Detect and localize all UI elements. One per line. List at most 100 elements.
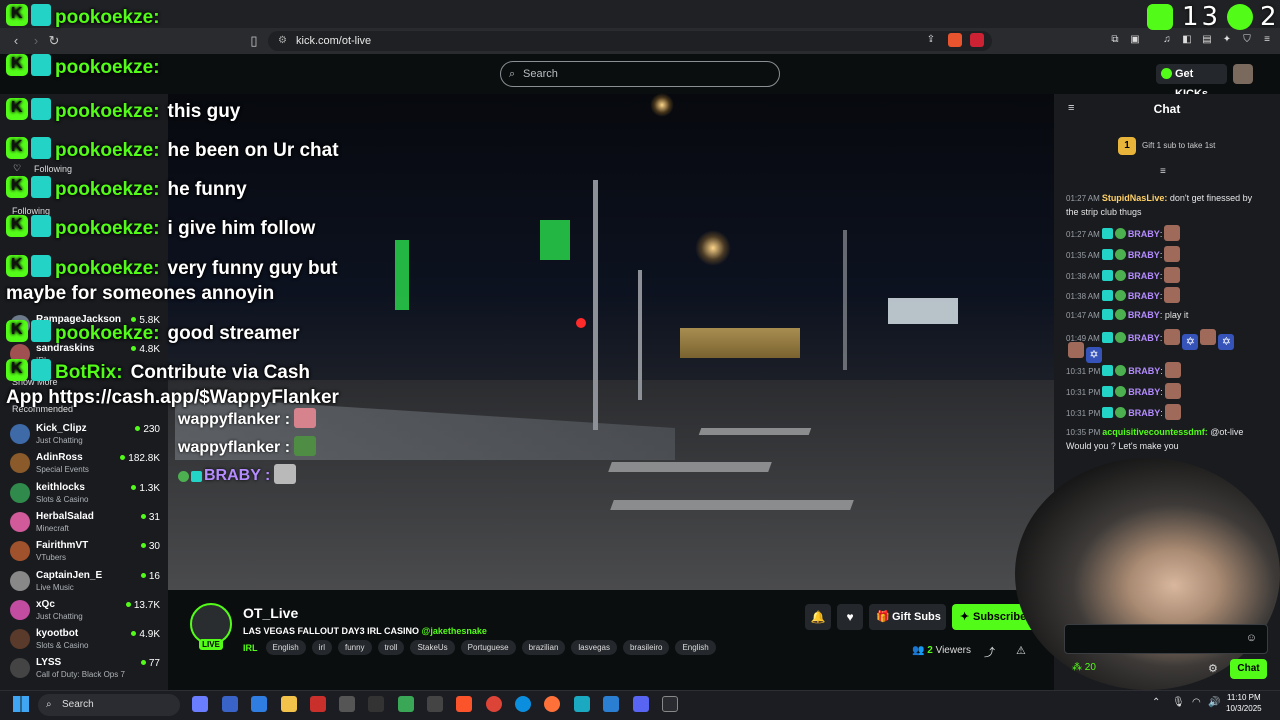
sidebar-channel-herbalsalad[interactable]: HerbalSalad Minecraft 31: [10, 509, 162, 537]
points-display[interactable]: ⁂ 20: [1072, 662, 1096, 673]
stream-tag[interactable]: English: [265, 640, 306, 655]
chat-settings-icon[interactable]: ⚙: [1208, 662, 1218, 675]
overlay-chat-line: pookoekze: good streamer: [6, 320, 300, 345]
chat-username[interactable]: BRABY: [1128, 387, 1160, 397]
stream-tag[interactable]: Portuguese: [460, 640, 516, 655]
brave-shield-icon[interactable]: [948, 33, 962, 47]
search-input[interactable]: ⌕ Search: [500, 61, 780, 87]
chat-username[interactable]: BRABY: [1128, 310, 1160, 320]
chat-username[interactable]: BRABY: [1128, 408, 1160, 418]
sidebar-channel-kickclipz[interactable]: Kick_Clipz Just Chatting 230: [10, 421, 162, 449]
taskbar-app-icon[interactable]: [222, 696, 238, 712]
url-field[interactable]: ⚙ kick.com/ot-live: [268, 31, 992, 51]
channel-name[interactable]: OT_Live: [243, 605, 298, 621]
stat-right-value: 2: [1260, 2, 1280, 32]
sidebar-channel-keithlocks[interactable]: keithlocks Slots & Casino 1.3K: [10, 480, 162, 508]
rewards-icon[interactable]: [970, 33, 984, 47]
chat-username[interactable]: BRABY: [1128, 271, 1160, 281]
microphone-icon[interactable]: 🎙: [1172, 697, 1185, 708]
vpn-icon[interactable]: ⛉: [1240, 33, 1254, 47]
taskbar-app-icon[interactable]: [662, 696, 678, 712]
gift-subs-button[interactable]: 🎁 Gift Subs: [869, 604, 946, 630]
chrome-icon[interactable]: [486, 696, 502, 712]
site-info-icon[interactable]: ⚙: [278, 31, 287, 51]
taskbar-app-icon[interactable]: [339, 696, 355, 712]
brave-browser-icon[interactable]: [456, 696, 472, 712]
chat-username[interactable]: BRABY: [1128, 366, 1160, 376]
share-icon[interactable]: ⇪: [924, 33, 938, 47]
stream-tag[interactable]: StakeUs: [410, 640, 455, 655]
reload-icon[interactable]: ↻: [46, 33, 62, 49]
taskbar-clock[interactable]: 11:10 PM 10/3/2025: [1226, 692, 1262, 714]
firefox-icon[interactable]: [544, 696, 560, 712]
wallet-icon[interactable]: ▤: [1200, 33, 1214, 47]
webcam-overlay: [1015, 458, 1280, 690]
sidebar-channel-adinross[interactable]: AdinRoss Special Events 182.8K: [10, 450, 162, 478]
edge-icon[interactable]: [515, 696, 531, 712]
chat-input[interactable]: ☺: [1064, 624, 1268, 654]
taskbar-search-placeholder: Search: [62, 699, 94, 710]
taskbar-app-icon[interactable]: [310, 696, 326, 712]
media-icon[interactable]: ♫: [1160, 33, 1174, 47]
chat-username[interactable]: BRABY: [1128, 229, 1160, 239]
gift-leaderboard[interactable]: 1 Gift 1 sub to take 1st: [1054, 132, 1280, 160]
chat-text: :: [1160, 387, 1163, 397]
sidebar-channel-fairithmvt[interactable]: FairithmVT VTubers 30: [10, 538, 162, 566]
menu-icon[interactable]: ≡: [1260, 33, 1274, 47]
taskbar-app-icon[interactable]: [368, 696, 384, 712]
notification-bell-button[interactable]: 🔔: [805, 604, 831, 630]
report-icon[interactable]: ⚠: [1016, 644, 1026, 657]
badge-icon: [31, 4, 51, 26]
stream-tag[interactable]: English: [675, 640, 716, 655]
back-icon[interactable]: ‹: [8, 33, 24, 49]
volume-icon[interactable]: 🔊: [1208, 697, 1220, 708]
sidebar-channel-lyss[interactable]: LYSS Call of Duty: Black Ops 7 77: [10, 655, 162, 683]
following-nav-label[interactable]: Following: [34, 164, 72, 174]
stream-tag[interactable]: lasvegas: [571, 640, 617, 655]
pinned-toggle-icon[interactable]: ≡: [1160, 166, 1166, 177]
stream-tag[interactable]: troll: [377, 640, 405, 655]
chat-username[interactable]: BRABY: [1128, 291, 1160, 301]
stream-tag[interactable]: brazilian: [521, 640, 566, 655]
share-stream-icon[interactable]: ⤴: [984, 644, 995, 660]
star-icon: ✦: [960, 611, 970, 623]
sidebar-channel-captainjene[interactable]: CaptainJen_E Live Music 16: [10, 568, 162, 596]
wifi-icon[interactable]: ◠: [1192, 697, 1201, 708]
file-explorer-icon[interactable]: [281, 696, 297, 712]
overlay-chat-message: this guy: [167, 101, 241, 122]
screenshot-icon[interactable]: ▣: [1128, 33, 1142, 47]
forward-icon[interactable]: ›: [28, 33, 44, 49]
badge-icon: [31, 320, 51, 342]
taskbar-app-icon[interactable]: [427, 696, 443, 712]
chat-username[interactable]: StupidNasLive:: [1102, 193, 1168, 203]
send-chat-button[interactable]: Chat: [1230, 659, 1267, 679]
taskbar-app-icon[interactable]: [398, 696, 414, 712]
sidebar-channel-xqc[interactable]: xQc Just Chatting 13.7K: [10, 597, 162, 625]
leo-icon[interactable]: ✦: [1220, 33, 1234, 47]
stream-title-mention[interactable]: @jakethesnake: [422, 626, 487, 636]
taskbar-app-icon[interactable]: [251, 696, 267, 712]
get-kicks-button[interactable]: Get KICKs: [1156, 64, 1227, 100]
windows-start-icon[interactable]: [13, 696, 29, 712]
sidebar-channel-kyootbot[interactable]: kyootbot Slots & Casino 4.9K: [10, 626, 162, 654]
taskbar-app-icon[interactable]: [574, 696, 590, 712]
taskbar-search[interactable]: ⌕ Search: [38, 694, 180, 716]
stream-title: LAS VEGAS FALLOUT DAY3 IRL CASINO @jaket…: [243, 626, 487, 636]
stream-tag[interactable]: irl: [311, 640, 332, 655]
user-avatar[interactable]: [1233, 64, 1253, 84]
tray-chevron-icon[interactable]: ⌃: [1152, 697, 1160, 708]
chat-username[interactable]: acquisitivecountessdmf:: [1102, 427, 1208, 437]
discord-icon[interactable]: [633, 696, 649, 712]
chat-username[interactable]: BRABY: [1128, 250, 1160, 260]
taskbar-app-icon[interactable]: [192, 696, 208, 712]
stream-category[interactable]: IRL: [243, 643, 258, 653]
stream-tag[interactable]: brasileiro: [622, 640, 670, 655]
extensions-icon[interactable]: ⧉: [1108, 33, 1122, 47]
vscode-icon[interactable]: [603, 696, 619, 712]
stream-tag[interactable]: funny: [337, 640, 372, 655]
bookmark-icon[interactable]: ▯: [246, 33, 262, 49]
follow-heart-button[interactable]: ♥: [837, 604, 863, 630]
chat-timestamp: 01:38 AM: [1066, 292, 1100, 301]
emoji-icon[interactable]: ☺: [1246, 632, 1257, 644]
sidebar-toggle-icon[interactable]: ◧: [1180, 33, 1194, 47]
